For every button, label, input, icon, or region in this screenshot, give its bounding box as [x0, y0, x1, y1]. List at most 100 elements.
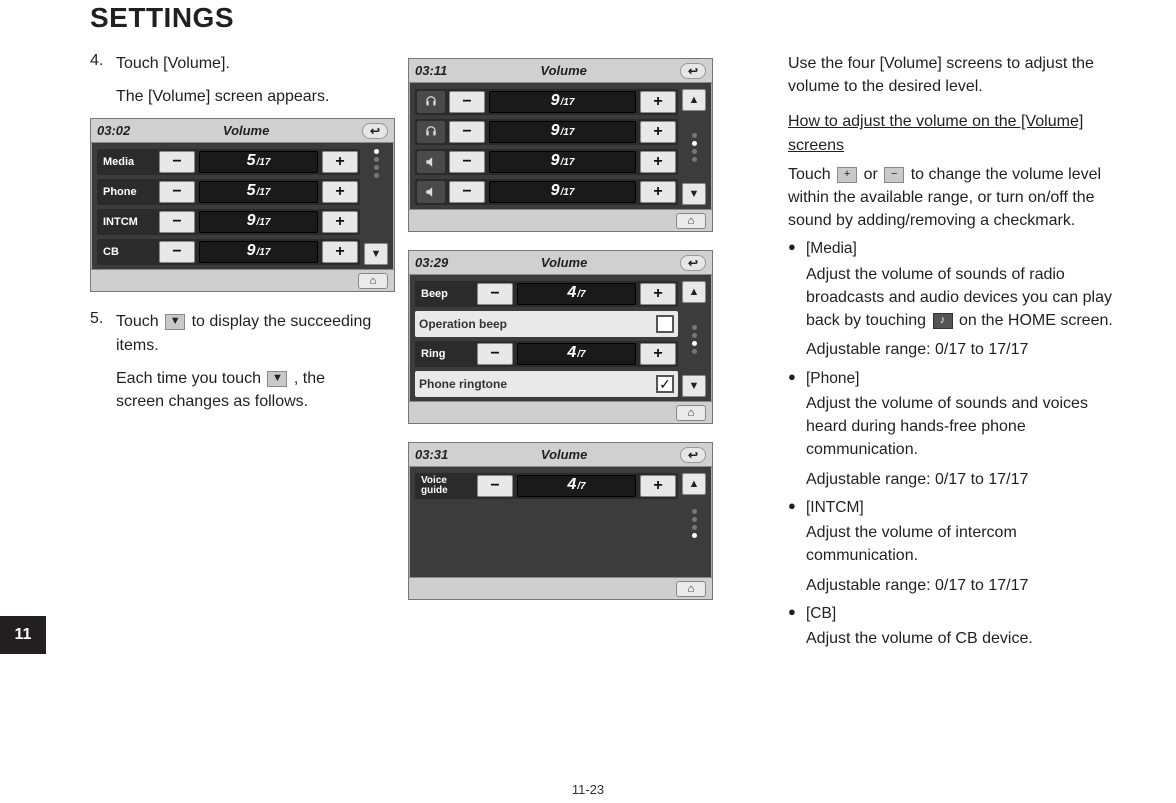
plus-button[interactable]: + [322, 211, 358, 233]
minus-button[interactable]: − [159, 151, 195, 173]
toggle-label: Phone ringtone [419, 377, 652, 391]
down-arrow-icon: ▼ [267, 371, 287, 387]
back-button[interactable]: ↩ [680, 255, 706, 271]
back-button[interactable]: ↩ [362, 123, 388, 139]
screen-title: Volume [540, 63, 586, 78]
minus-button[interactable]: − [449, 121, 485, 143]
volume-value: 5/17 [199, 151, 318, 173]
headset-icon [417, 121, 445, 143]
volume-row-speaker: − 9/17 + [415, 149, 678, 175]
back-button[interactable]: ↩ [680, 63, 706, 79]
minus-icon: − [884, 167, 904, 183]
minus-button[interactable]: − [449, 181, 485, 203]
intro-text: Use the four [Volume] screens to adjust … [788, 52, 1132, 98]
plus-button[interactable]: + [322, 241, 358, 263]
screen-footer: ⌂ [91, 269, 394, 291]
row-label: Ring [417, 348, 473, 360]
checkbox-checked[interactable]: ✓ [656, 375, 674, 393]
bullet-cb: ● [CB] [788, 603, 1132, 625]
screen-header: 03:31 Volume ↩ [409, 443, 712, 467]
back-button[interactable]: ↩ [680, 447, 706, 463]
plus-button[interactable]: + [640, 475, 676, 497]
minus-button[interactable]: − [449, 151, 485, 173]
volume-screen-3: 03:29 Volume ↩ Beep − 4/7 + Operation be… [408, 250, 713, 424]
bullet-intcm: ● [INTCM] [788, 497, 1132, 519]
home-button[interactable]: ⌂ [358, 273, 388, 289]
minus-button[interactable]: − [449, 91, 485, 113]
step-text: Touch ▼ to display the succeeding items. [116, 310, 372, 356]
up-arrow-button[interactable]: ▲ [682, 473, 706, 495]
screen-title: Volume [541, 255, 587, 270]
headset-icon [417, 91, 445, 113]
bullet-desc: Adjust the volume of CB device. [806, 627, 1132, 650]
screen-header: 03:02 Volume ↩ [91, 119, 394, 143]
bullet-desc: Adjust the volume of sounds of radio bro… [806, 263, 1132, 333]
checkbox-unchecked[interactable] [656, 315, 674, 333]
minus-button[interactable]: − [477, 283, 513, 305]
minus-button[interactable]: − [159, 211, 195, 233]
volume-value: 9/17 [199, 241, 318, 263]
screen-header: 03:29 Volume ↩ [409, 251, 712, 275]
toggle-phone-ringtone[interactable]: Phone ringtone ✓ [415, 371, 678, 397]
step-sub: The [Volume] screen appears. [116, 85, 372, 108]
clock: 03:02 [97, 123, 130, 138]
screen-title: Volume [223, 123, 269, 138]
down-arrow-button[interactable]: ▼ [364, 243, 388, 265]
text: Touch [788, 166, 835, 183]
step-4: 4. Touch [Volume]. [90, 52, 372, 81]
plus-button[interactable]: + [640, 91, 676, 113]
step-5: 5. Touch ▼ to display the succeeding ite… [90, 310, 372, 362]
scroll-arrows: ▼ [364, 149, 388, 265]
music-icon: ♪ [933, 313, 953, 329]
down-arrow-icon: ▼ [165, 314, 185, 330]
plus-button[interactable]: + [640, 181, 676, 203]
minus-button[interactable]: − [159, 181, 195, 203]
up-arrow-button[interactable]: ▲ [682, 281, 706, 303]
volume-value: 4/7 [517, 283, 636, 305]
bullet-media: ● [Media] [788, 238, 1132, 260]
volume-row-beep: Beep − 4/7 + [415, 281, 678, 307]
speaker-icon [417, 181, 445, 203]
volume-row-phone: Phone − 5/17 + [97, 179, 360, 205]
home-button[interactable]: ⌂ [676, 405, 706, 421]
page-number: 11-23 [0, 782, 1176, 797]
minus-button[interactable]: − [477, 475, 513, 497]
screen-footer: ⌂ [409, 209, 712, 231]
content: 4. Touch [Volume]. The [Volume] screen a… [0, 42, 1176, 656]
volume-screen-1: 03:02 Volume ↩ Media − 5/17 + Phone − 5/… [90, 118, 395, 292]
screen-title: Volume [541, 447, 587, 462]
bullet-range: Adjustable range: 0/17 to 17/17 [806, 468, 1132, 491]
volume-row-cb: CB − 9/17 + [97, 239, 360, 265]
home-button[interactable]: ⌂ [676, 213, 706, 229]
plus-button[interactable]: + [640, 343, 676, 365]
scroll-arrows: ▲ ▼ [682, 281, 706, 397]
scroll-arrows: ▲ [682, 473, 706, 573]
toggle-label: Operation beep [419, 317, 652, 331]
volume-value: 9/17 [489, 91, 636, 113]
up-arrow-button[interactable]: ▲ [682, 89, 706, 111]
bullet-title: [Phone] [806, 368, 1132, 390]
plus-button[interactable]: + [322, 181, 358, 203]
clock: 03:29 [415, 255, 448, 270]
plus-button[interactable]: + [640, 121, 676, 143]
plus-button[interactable]: + [640, 151, 676, 173]
home-button[interactable]: ⌂ [676, 581, 706, 597]
plus-button[interactable]: + [322, 151, 358, 173]
minus-button[interactable]: − [477, 343, 513, 365]
volume-screen-2: 03:11 Volume ↩ − 9/17 + − 9/17 [408, 58, 713, 232]
row-label: Voiceguide [417, 476, 473, 497]
toggle-operation-beep[interactable]: Operation beep [415, 311, 678, 337]
bullet-desc: Adjust the volume of sounds and voices h… [806, 392, 1132, 462]
volume-row-headset2: − 9/17 + [415, 119, 678, 145]
down-arrow-button[interactable]: ▼ [682, 183, 706, 205]
plus-icon: + [837, 167, 857, 183]
bullet-range: Adjustable range: 0/17 to 17/17 [806, 338, 1132, 361]
plus-button[interactable]: + [640, 283, 676, 305]
column-middle: 03:11 Volume ↩ − 9/17 + − 9/17 [390, 42, 770, 656]
minus-button[interactable]: − [159, 241, 195, 263]
down-arrow-button[interactable]: ▼ [682, 375, 706, 397]
step-number: 4. [90, 52, 116, 81]
bullet-phone: ● [Phone] [788, 368, 1132, 390]
page-title: SETTINGS [0, 0, 1176, 42]
volume-value: 9/17 [199, 211, 318, 233]
